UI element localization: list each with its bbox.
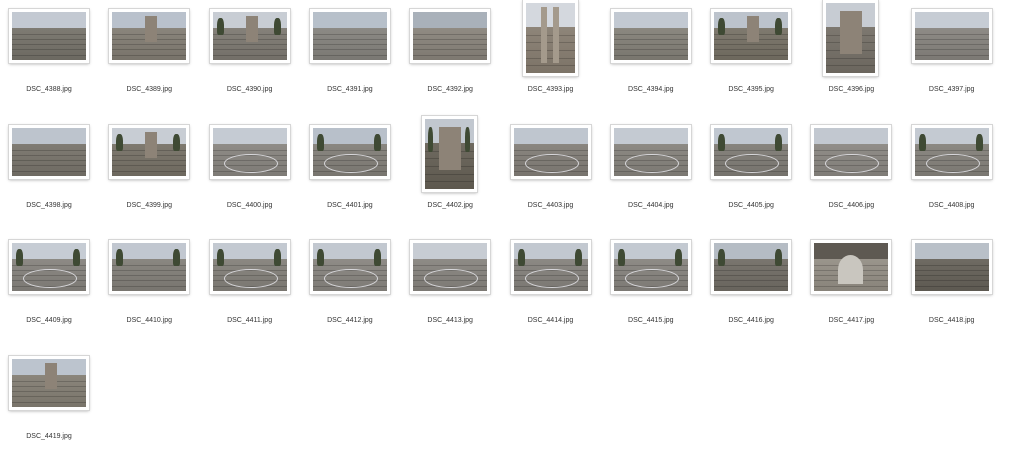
file-thumbnail[interactable] bbox=[109, 124, 190, 179]
file-icon-grid: DSC_4388.jpg DSC_4389.jpg DSC_4390.jpg DSC_… bbox=[0, 0, 1024, 466]
file-name-label: DSC_4404.jpg bbox=[628, 201, 674, 209]
file-name-label: DSC_4408.jpg bbox=[928, 201, 975, 209]
file-item[interactable]: DSC_4399.jpg bbox=[99, 118, 199, 230]
file-name-label: DSC_4412.jpg bbox=[327, 317, 373, 324]
file-thumbnail[interactable] bbox=[209, 124, 290, 179]
file-thumbnail[interactable] bbox=[711, 240, 792, 294]
file-item[interactable]: DSC_4392.jpg bbox=[400, 2, 500, 114]
file-thumbnail[interactable] bbox=[911, 124, 992, 179]
file-item[interactable]: DSC_4391.jpg bbox=[300, 2, 400, 114]
file-name-label: DSC_4415.jpg bbox=[628, 317, 674, 324]
file-name-label: DSC_4410.jpg bbox=[126, 317, 173, 324]
file-item[interactable]: DSC_4419.jpg bbox=[0, 349, 99, 461]
file-name-label: DSC_4419.jpg bbox=[26, 432, 72, 440]
file-thumbnail[interactable] bbox=[711, 124, 792, 179]
file-thumbnail[interactable] bbox=[109, 9, 190, 63]
file-item[interactable]: DSC_4403.jpg bbox=[501, 118, 601, 230]
file-item[interactable]: DSC_4411.jpg bbox=[200, 233, 300, 345]
file-item[interactable]: DSC_4396.jpg bbox=[801, 0, 901, 114]
file-name-label: DSC_4414.jpg bbox=[527, 317, 574, 324]
file-name-label: DSC_4411.jpg bbox=[227, 317, 273, 324]
file-name-label: DSC_4403.jpg bbox=[527, 201, 574, 209]
file-thumbnail[interactable] bbox=[711, 9, 792, 63]
file-item[interactable]: DSC_4394.jpg bbox=[601, 2, 701, 114]
file-name-label: DSC_4394.jpg bbox=[628, 86, 674, 93]
file-item[interactable]: DSC_4415.jpg bbox=[601, 233, 701, 345]
file-thumbnail[interactable] bbox=[911, 9, 992, 63]
file-item[interactable]: DSC_4406.jpg bbox=[801, 118, 901, 230]
file-item[interactable]: DSC_4390.jpg bbox=[200, 2, 300, 114]
file-name-label: DSC_4395.jpg bbox=[728, 86, 774, 93]
file-thumbnail[interactable] bbox=[823, 0, 879, 76]
file-thumbnail[interactable] bbox=[9, 124, 89, 179]
file-item[interactable]: DSC_4389.jpg bbox=[99, 2, 199, 114]
file-item[interactable]: DSC_4388.jpg bbox=[0, 2, 99, 114]
file-thumbnail[interactable] bbox=[610, 9, 691, 63]
file-item[interactable]: DSC_4409.jpg bbox=[0, 233, 99, 345]
file-thumbnail[interactable] bbox=[9, 355, 89, 410]
file-item[interactable]: DSC_4397.jpg bbox=[902, 2, 1002, 114]
file-item[interactable]: DSC_4413.jpg bbox=[400, 233, 500, 345]
file-name-label: DSC_4400.jpg bbox=[226, 201, 273, 209]
file-item[interactable]: DSC_4414.jpg bbox=[501, 233, 601, 345]
file-thumbnail[interactable] bbox=[209, 9, 290, 63]
file-item[interactable]: DSC_4393.jpg bbox=[501, 0, 601, 114]
file-name-label: DSC_4418.jpg bbox=[928, 317, 975, 324]
file-item[interactable]: DSC_4410.jpg bbox=[99, 233, 199, 345]
file-name-label: DSC_4401.jpg bbox=[327, 201, 373, 209]
file-item[interactable]: DSC_4418.jpg bbox=[902, 233, 1002, 345]
file-name-label: DSC_4399.jpg bbox=[126, 201, 173, 209]
file-item[interactable]: DSC_4400.jpg bbox=[200, 118, 300, 230]
file-thumbnail[interactable] bbox=[410, 9, 491, 63]
file-name-label: DSC_4416.jpg bbox=[728, 317, 774, 324]
file-thumbnail[interactable] bbox=[510, 124, 591, 179]
file-thumbnail[interactable] bbox=[510, 240, 591, 294]
file-thumbnail[interactable] bbox=[309, 240, 390, 294]
file-item[interactable]: DSC_4398.jpg bbox=[0, 118, 99, 230]
file-item[interactable]: DSC_4417.jpg bbox=[801, 233, 901, 345]
file-item[interactable]: DSC_4412.jpg bbox=[300, 233, 400, 345]
file-item[interactable]: DSC_4404.jpg bbox=[601, 118, 701, 230]
file-name-label: DSC_4391.jpg bbox=[327, 86, 373, 93]
file-name-label: DSC_4390.jpg bbox=[226, 86, 273, 93]
file-name-label: DSC_4405.jpg bbox=[728, 201, 774, 209]
file-name-label: DSC_4413.jpg bbox=[427, 317, 473, 324]
file-thumbnail[interactable] bbox=[309, 124, 390, 179]
file-thumbnail[interactable] bbox=[422, 115, 478, 192]
file-item[interactable]: DSC_4405.jpg bbox=[701, 118, 801, 230]
file-name-label: DSC_4389.jpg bbox=[126, 86, 173, 93]
file-item[interactable]: DSC_4408.jpg bbox=[902, 118, 1002, 230]
file-thumbnail[interactable] bbox=[811, 124, 892, 179]
file-item[interactable]: DSC_4416.jpg bbox=[701, 233, 801, 345]
file-name-label: DSC_4398.jpg bbox=[26, 201, 72, 209]
file-thumbnail[interactable] bbox=[410, 240, 491, 294]
file-name-label: DSC_4397.jpg bbox=[928, 86, 975, 93]
file-item[interactable]: DSC_4395.jpg bbox=[701, 2, 801, 114]
file-name-label: DSC_4409.jpg bbox=[26, 317, 72, 324]
file-item[interactable]: DSC_4402.jpg bbox=[400, 115, 500, 230]
file-thumbnail[interactable] bbox=[309, 9, 390, 63]
file-name-label: DSC_4388.jpg bbox=[26, 86, 72, 93]
file-thumbnail[interactable] bbox=[522, 0, 578, 76]
file-name-label: DSC_4392.jpg bbox=[427, 86, 473, 93]
file-thumbnail[interactable] bbox=[911, 240, 992, 294]
file-name-label: DSC_4402.jpg bbox=[427, 201, 473, 209]
file-item[interactable]: DSC_4401.jpg bbox=[300, 118, 400, 230]
file-thumbnail[interactable] bbox=[811, 240, 892, 294]
file-name-label: DSC_4406.jpg bbox=[828, 201, 875, 209]
file-name-label: DSC_4393.jpg bbox=[527, 86, 574, 93]
file-thumbnail[interactable] bbox=[610, 124, 691, 179]
file-thumbnail[interactable] bbox=[9, 240, 89, 294]
file-thumbnail[interactable] bbox=[109, 240, 190, 294]
file-thumbnail[interactable] bbox=[9, 9, 89, 63]
file-thumbnail[interactable] bbox=[610, 240, 691, 294]
file-name-label: DSC_4417.jpg bbox=[828, 317, 875, 324]
file-thumbnail[interactable] bbox=[209, 240, 290, 294]
file-name-label: DSC_4396.jpg bbox=[828, 86, 875, 93]
